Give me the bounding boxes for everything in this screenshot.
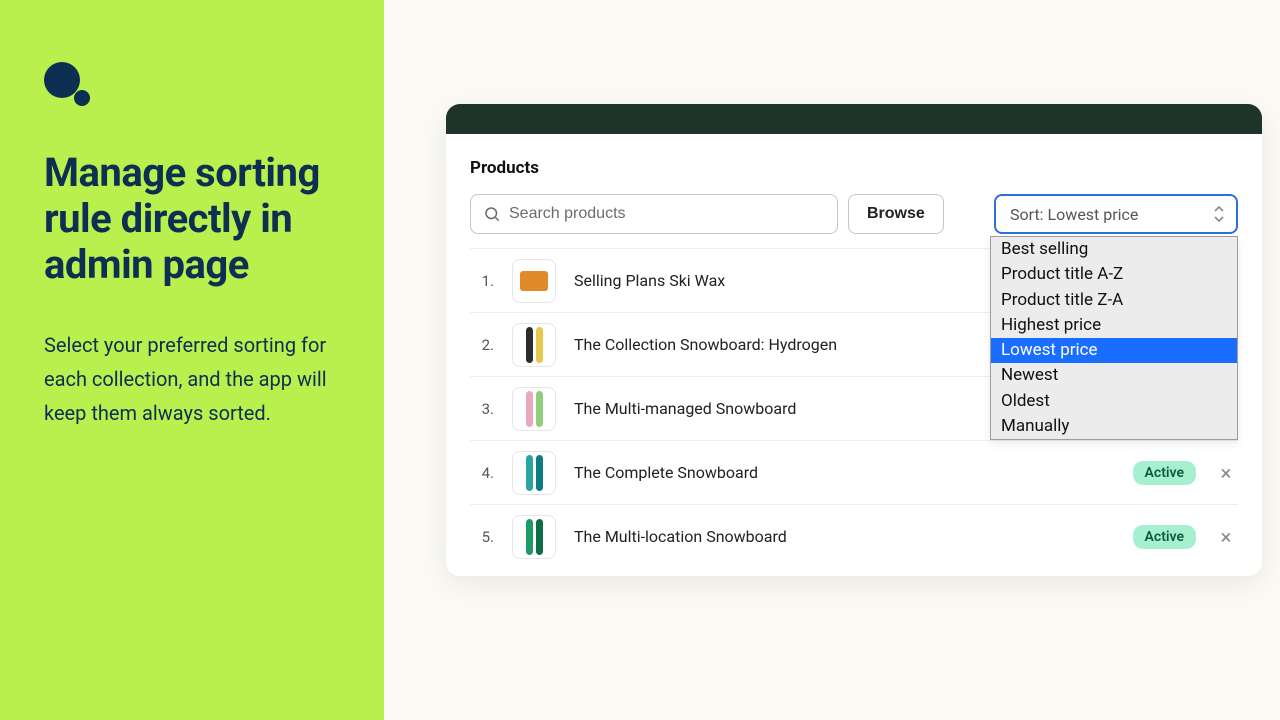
product-row[interactable]: 4. The Complete Snowboard Active ×: [470, 440, 1238, 504]
search-icon: [483, 205, 501, 223]
toolbar: Browse Sort: Lowest price Best selling P…: [470, 194, 1238, 234]
search-input[interactable]: [509, 205, 825, 223]
row-index: 3.: [470, 400, 494, 418]
remove-icon[interactable]: ×: [1214, 461, 1238, 485]
subtext: Select your preferred sorting for each c…: [44, 328, 340, 430]
search-field[interactable]: [470, 194, 838, 234]
chevron-up-down-icon: [1212, 205, 1226, 223]
admin-card: Products Browse Sort: Lowest price: [446, 104, 1262, 576]
left-panel: Manage sorting rule directly in admin pa…: [0, 0, 384, 720]
sort-option-title-az[interactable]: Product title A-Z: [991, 262, 1237, 287]
sort-option-title-za[interactable]: Product title Z-A: [991, 288, 1237, 313]
product-row[interactable]: 5. The Multi-location Snowboard Active ×: [470, 504, 1238, 568]
right-panel: Products Browse Sort: Lowest price: [384, 0, 1280, 720]
product-name: The Complete Snowboard: [574, 463, 1115, 482]
product-thumb: [512, 387, 556, 431]
sort-option-highest-price[interactable]: Highest price: [991, 313, 1237, 338]
row-index: 2.: [470, 336, 494, 354]
sort-option-lowest-price[interactable]: Lowest price: [991, 338, 1237, 363]
headline: Manage sorting rule directly in admin pa…: [44, 150, 340, 288]
sort-prefix: Sort:: [1010, 205, 1044, 224]
logo-circle-small: [74, 90, 90, 106]
browse-button[interactable]: Browse: [848, 194, 944, 234]
sort-option-newest[interactable]: Newest: [991, 363, 1237, 388]
sort-dropdown[interactable]: Best selling Product title A-Z Product t…: [990, 236, 1238, 440]
product-thumb: [512, 451, 556, 495]
sort-selected-value: Lowest price: [1048, 205, 1139, 224]
section-title: Products: [470, 158, 1238, 178]
window-topbar: [446, 104, 1262, 134]
card-body: Products Browse Sort: Lowest price: [446, 134, 1262, 576]
product-thumb: [512, 259, 556, 303]
product-thumb: [512, 515, 556, 559]
status-badge: Active: [1133, 461, 1196, 485]
remove-icon[interactable]: ×: [1214, 525, 1238, 549]
logo: [44, 62, 92, 110]
sort-option-manually[interactable]: Manually: [991, 414, 1237, 439]
product-thumb: [512, 323, 556, 367]
sort-select[interactable]: Sort: Lowest price Best selling Product …: [994, 194, 1238, 234]
product-name: The Multi-location Snowboard: [574, 527, 1115, 546]
sort-option-best-selling[interactable]: Best selling: [991, 237, 1237, 262]
row-index: 4.: [470, 464, 494, 482]
row-index: 5.: [470, 528, 494, 546]
status-badge: Active: [1133, 525, 1196, 549]
row-index: 1.: [470, 272, 494, 290]
sort-option-oldest[interactable]: Oldest: [991, 389, 1237, 414]
